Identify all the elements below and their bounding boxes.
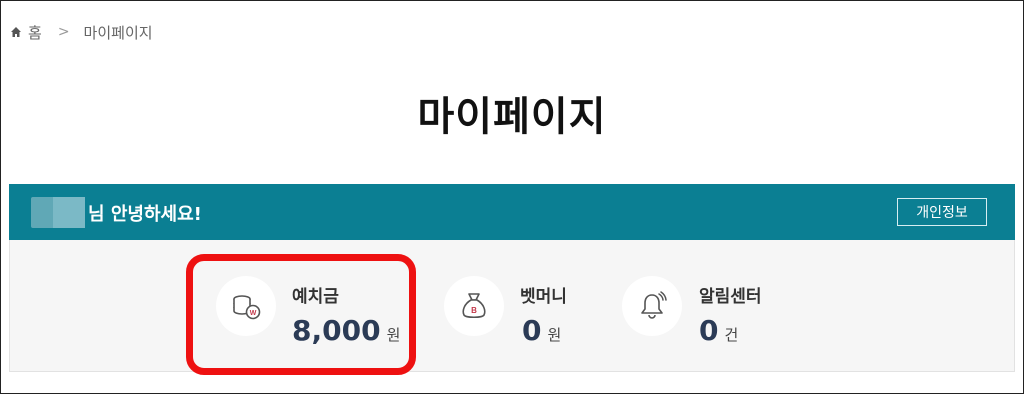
bemoney-label: 벳머니 [520,287,567,307]
bemoney-amount: 0 [522,314,542,347]
bemoney-unit: 원 [547,326,562,344]
breadcrumb-home-link[interactable]: 홈 [28,22,42,43]
bemoney-icon-circle: B [444,276,504,336]
deposit-highlight-annotation [186,254,416,375]
notification-card[interactable]: 알림센터 0 건 [620,240,800,372]
user-name-redacted [31,197,85,228]
bell-icon [641,291,667,319]
breadcrumb-separator: > [57,24,70,40]
bemoney-value: 0 원 [522,314,561,347]
notification-count: 0 [699,314,719,347]
bemoney-card[interactable]: B 벳머니 0 원 [442,240,602,372]
profile-button[interactable]: 개인정보 [897,198,987,226]
notification-label: 알림센터 [699,287,762,307]
breadcrumb-current: 마이페이지 [83,23,153,42]
svg-text:B: B [471,306,477,315]
greeting-text: 님 안녕하세요! [88,204,202,225]
summary-panel: W 예치금 8,000 원 B 벳머니 0 원 알림센터 0 건 [9,240,1015,372]
notification-unit: 건 [724,326,739,344]
page-title: 마이페이지 [417,94,607,140]
notification-icon-circle [622,276,682,336]
greeting-bar: 님 안녕하세요! 개인정보 [9,184,1015,240]
home-icon[interactable] [10,26,22,38]
breadcrumb: 홈 > 마이페이지 [10,20,153,44]
notification-value: 0 건 [699,314,738,347]
money-bag-icon: B [462,293,486,319]
